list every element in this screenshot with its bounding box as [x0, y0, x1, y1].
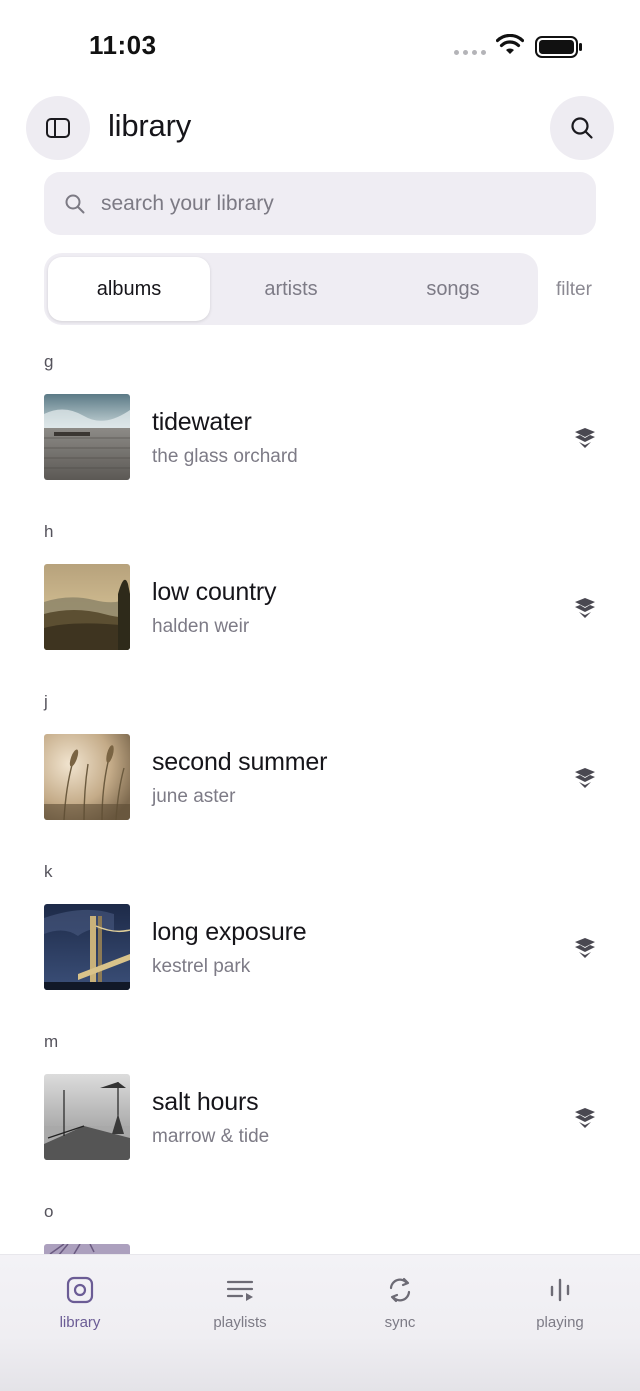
tabbar-label: playlists — [213, 1314, 267, 1331]
section-letter: j — [44, 692, 48, 711]
sidebar-toggle-button[interactable] — [26, 96, 90, 160]
playlists-icon — [225, 1275, 255, 1305]
status-time: 11:03 — [89, 30, 157, 60]
tabbar-item-library[interactable]: library — [0, 1275, 160, 1331]
tab-albums[interactable]: albums — [48, 257, 210, 321]
search-icon — [571, 117, 593, 139]
tabbar-item-playing[interactable]: playing — [480, 1275, 640, 1331]
album-cover-image — [44, 1074, 130, 1160]
album-title: second summer — [152, 748, 328, 776]
album-artist: halden weir — [152, 616, 250, 637]
album-row-tidewater[interactable]: tidewater the glass orchard — [0, 394, 640, 480]
section-k: k long exposure kestrel park — [0, 850, 640, 1020]
album-title: salt hours — [152, 1088, 259, 1116]
tab-bar: library playlists sync playing — [0, 1254, 640, 1391]
album-artist: june aster — [152, 786, 236, 807]
tabbar-item-sync[interactable]: sync — [320, 1275, 480, 1331]
library-search-input[interactable]: search your library — [44, 172, 596, 235]
playing-icon — [545, 1275, 575, 1305]
battery-icon — [535, 36, 582, 58]
album-title: low country — [152, 578, 277, 606]
album-title: long exposure — [152, 918, 307, 946]
section-letter: k — [44, 862, 53, 881]
section-letter: g — [44, 352, 54, 371]
album-row-salt-hours[interactable]: salt hours marrow & tide — [0, 1074, 640, 1160]
status-bar: 11:03 — [0, 0, 640, 94]
album-artist: the glass orchard — [152, 446, 298, 467]
sidebar-icon — [46, 118, 70, 138]
album-row-second-summer[interactable]: second summer june aster — [0, 734, 640, 820]
tabbar-label: sync — [384, 1314, 416, 1331]
search-placeholder: search your library — [101, 191, 274, 215]
section-letter: h — [44, 522, 54, 541]
page-title: library — [108, 108, 192, 143]
download-stack-icon[interactable] — [574, 938, 596, 958]
download-stack-icon[interactable] — [574, 598, 596, 618]
tabbar-item-playlists[interactable]: playlists — [160, 1275, 320, 1331]
library-icon — [65, 1275, 95, 1305]
section-j: j second summer june aster — [0, 680, 640, 850]
tab-songs[interactable]: songs — [372, 257, 534, 321]
album-artist: kestrel park — [152, 956, 251, 977]
section-letter: m — [44, 1032, 59, 1051]
filter-button[interactable]: filter — [556, 279, 592, 301]
download-stack-icon[interactable] — [574, 768, 596, 788]
section-h: h low country halden weir — [0, 510, 640, 680]
section-letter: o — [44, 1202, 54, 1221]
album-title: tidewater — [152, 408, 252, 436]
sync-icon — [385, 1275, 415, 1305]
search-button[interactable] — [550, 96, 614, 160]
section-m: m salt hours marrow & tide — [0, 1020, 640, 1190]
tabbar-label: library — [59, 1314, 101, 1331]
signal-dots-icon — [454, 50, 486, 55]
album-list[interactable]: g tidewater the glass orchard h low coun… — [0, 340, 640, 1255]
wifi-icon — [496, 34, 524, 54]
album-cover-image — [44, 564, 130, 650]
download-stack-icon[interactable] — [574, 428, 596, 448]
tab-artists[interactable]: artists — [210, 257, 372, 321]
section-g: g tidewater the glass orchard — [0, 340, 640, 510]
album-row-long-exposure[interactable]: long exposure kestrel park — [0, 904, 640, 990]
album-artist: marrow & tide — [152, 1126, 270, 1147]
tabbar-label: playing — [536, 1314, 584, 1331]
album-cover-image — [44, 734, 130, 820]
album-row-low-country[interactable]: low country halden weir — [0, 564, 640, 650]
album-cover-image — [44, 904, 130, 990]
library-tabs: albums artists songs — [44, 253, 538, 325]
album-cover-image — [44, 394, 130, 480]
section-o: o — [0, 1190, 640, 1255]
search-icon — [64, 193, 86, 215]
download-stack-icon[interactable] — [574, 1108, 596, 1128]
